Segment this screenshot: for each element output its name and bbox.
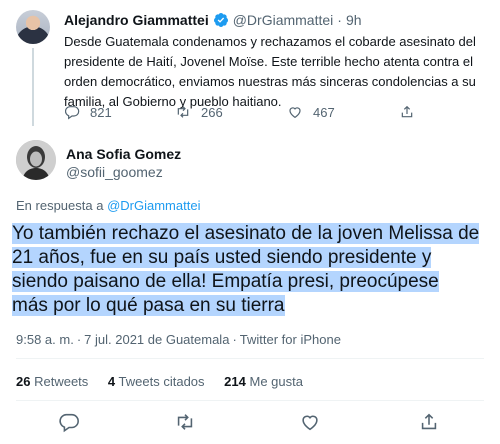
reply-icon: [64, 106, 80, 120]
share-icon: [421, 413, 437, 430]
author-handle[interactable]: @DrGiammattei: [233, 12, 334, 28]
reply-context: En respuesta a @DrGiammattei: [16, 198, 200, 213]
quotes-label: Tweets citados: [118, 374, 205, 389]
reply-icon: [59, 413, 79, 433]
divider: [16, 400, 484, 401]
tweet-stats: 26 Retweets 4 Tweets citados 214 Me gust…: [16, 374, 319, 389]
reply-count: 821: [90, 104, 112, 120]
author-name[interactable]: Alejandro Giammattei: [64, 12, 209, 28]
share-icon: [401, 105, 413, 118]
tweet-text-line: 21 años, fue en su país usted siendo pre…: [12, 247, 432, 268]
divider: [16, 358, 484, 359]
share-button[interactable]: [399, 104, 415, 120]
tweet-text-line: Yo también rechazo el asesinato de la jo…: [12, 223, 480, 244]
reply-prefix: En respuesta a: [16, 198, 104, 213]
likes-count: 214: [224, 374, 246, 389]
avatar[interactable]: [16, 140, 56, 180]
retweet-button[interactable]: [174, 411, 196, 433]
tweet-time[interactable]: 9h: [346, 12, 362, 28]
likes-label: Me gusta: [249, 374, 303, 389]
avatar-photo: [16, 140, 56, 180]
tweet-text-line: siendo paisano de ella! Empatía presi, p…: [12, 271, 439, 292]
reply-button[interactable]: [58, 411, 80, 433]
tweet-date[interactable]: 7 jul. 2021 de Guatemala: [84, 332, 229, 347]
quotes-stat[interactable]: 4 Tweets citados: [108, 374, 205, 389]
tweet-actions: [16, 411, 484, 433]
parent-tweet[interactable]: Alejandro Giammattei @DrGiammattei · 9h …: [0, 0, 500, 128]
retweets-count: 26: [16, 374, 31, 389]
thread-line: [32, 48, 34, 126]
retweets-label: Retweets: [34, 374, 89, 389]
separator-dot: ·: [232, 332, 237, 347]
author-name[interactable]: Ana Sofia Gomez: [66, 146, 181, 162]
heart-icon: [302, 415, 318, 431]
like-button[interactable]: [299, 411, 321, 433]
retweet-icon: [177, 414, 193, 430]
retweet-button[interactable]: 266: [175, 104, 223, 120]
retweets-stat[interactable]: 26 Retweets: [16, 374, 88, 389]
tweet-text: Yo también rechazo el asesinato de la jo…: [12, 222, 494, 318]
verified-badge-icon: [213, 13, 228, 27]
like-button[interactable]: 467: [287, 104, 335, 120]
tweet-timestamp: 9:58 a. m. · 7 jul. 2021 de Guatemala · Twit…: [16, 332, 341, 347]
parent-tweet-header: Alejandro Giammattei @DrGiammattei · 9h: [64, 12, 362, 28]
quotes-count: 4: [107, 374, 116, 389]
likes-stat[interactable]: 214 Me gusta: [224, 374, 303, 389]
separator-dot: ·: [337, 12, 342, 28]
tweet-time[interactable]: 9:58 a. m.: [16, 332, 74, 347]
avatar[interactable]: [16, 10, 50, 44]
separator-dot: ·: [76, 332, 82, 347]
reply-button[interactable]: 821: [64, 104, 112, 120]
author-handle[interactable]: @sofii_goomez: [66, 164, 163, 180]
tweet-source[interactable]: Twitter for iPhone: [240, 332, 341, 347]
parent-tweet-actions: 821 266 467: [64, 104, 484, 122]
tweet-text-line: más por lo qué pasa en su tierra: [12, 295, 285, 316]
like-count: 467: [313, 104, 335, 120]
heart-icon: [289, 107, 301, 119]
share-button[interactable]: [418, 411, 440, 433]
reply-to-link[interactable]: @DrGiammattei: [107, 198, 200, 213]
retweet-icon: [177, 106, 189, 118]
parent-tweet-text: Desde Guatemala condenamos y rechazamos …: [64, 34, 476, 109]
retweet-count: 266: [201, 104, 223, 120]
